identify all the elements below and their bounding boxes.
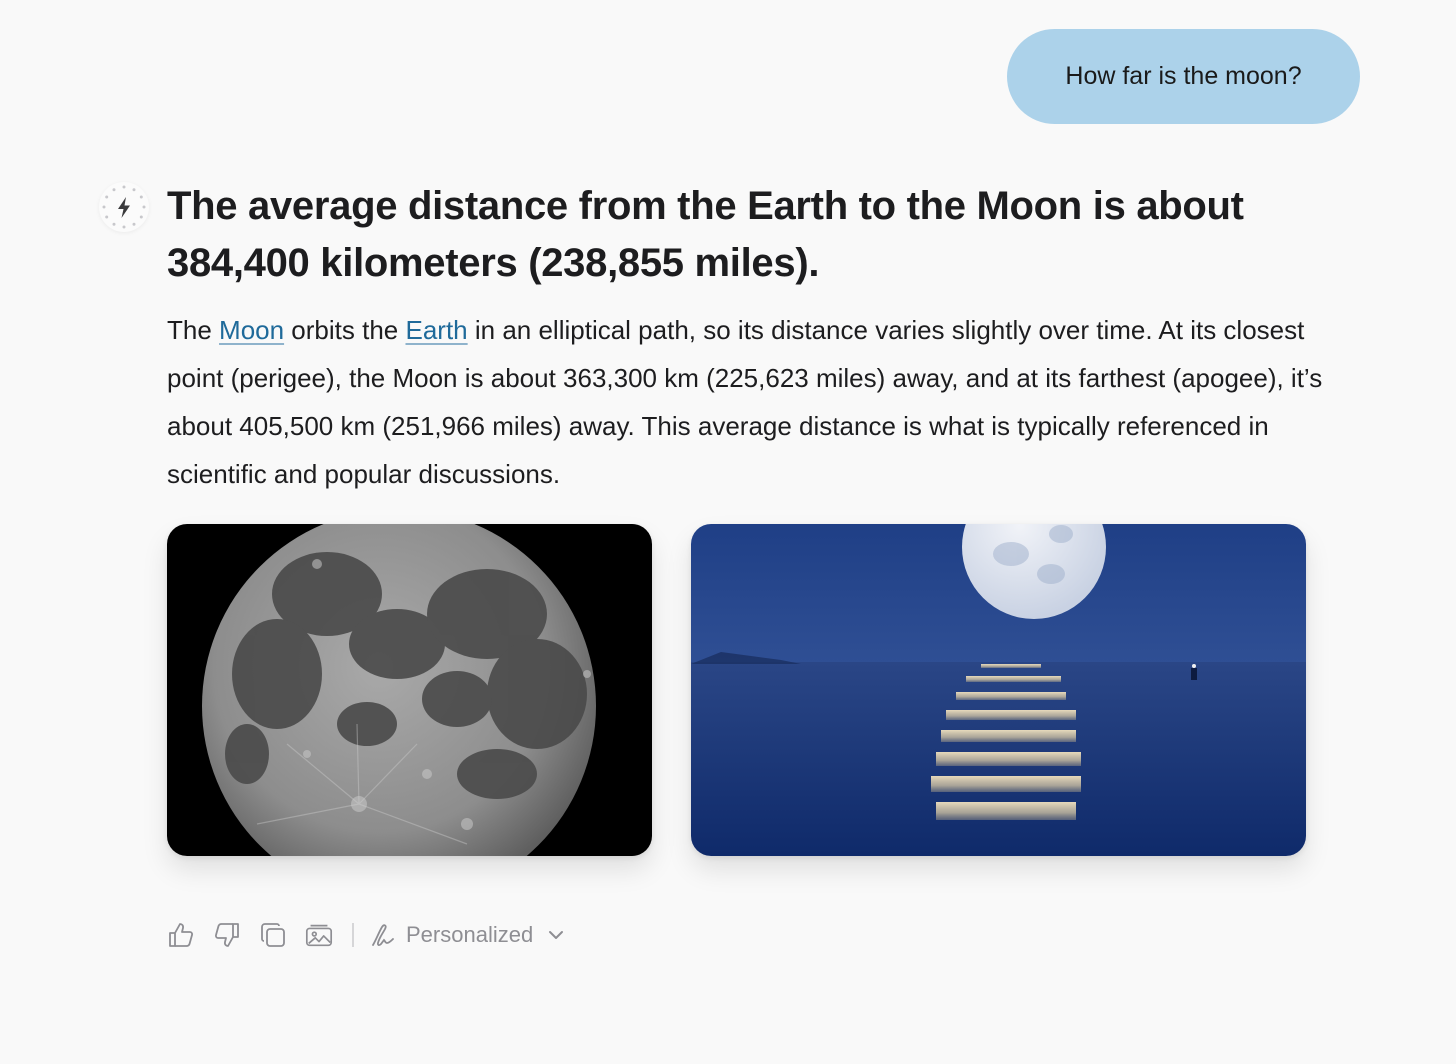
thumbs-up-icon — [169, 923, 194, 947]
user-message-bubble: How far is the moon? — [1007, 29, 1360, 124]
moon-photo[interactable] — [167, 524, 652, 856]
moon-over-sea-image — [691, 524, 1306, 856]
personalized-label: Personalized — [406, 922, 534, 947]
copy-button[interactable] — [258, 920, 288, 950]
assistant-avatar — [99, 182, 149, 232]
answer-headline: The average distance from the Earth to t… — [167, 184, 1244, 285]
bolt-icon — [102, 185, 146, 229]
image-search-button[interactable] — [304, 920, 334, 950]
answer-text: orbits the — [284, 315, 406, 345]
thumbs-down-icon — [214, 923, 239, 947]
moon-link[interactable]: Moon — [219, 315, 284, 345]
response-action-bar: Personalized — [166, 916, 565, 954]
user-message-text: How far is the moon? — [1065, 62, 1302, 90]
signature-icon — [372, 924, 394, 946]
earth-link[interactable]: Earth — [405, 315, 467, 345]
dislike-button[interactable] — [212, 920, 242, 950]
moon-surface-image — [167, 524, 652, 856]
personalized-dropdown[interactable]: Personalized — [370, 922, 565, 948]
chevron-down-icon — [549, 931, 564, 939]
action-divider — [352, 923, 354, 947]
answer-text: The — [167, 315, 220, 345]
chat-page: How far is the moon? The average distanc… — [0, 0, 1456, 1064]
image-icon — [305, 924, 333, 947]
like-button[interactable] — [166, 920, 196, 950]
assistant-answer: The average distance from the Earth to t… — [167, 178, 1327, 498]
moonlit-sea-photo[interactable] — [691, 524, 1306, 856]
copy-icon — [261, 923, 285, 947]
answer-body: The Moon orbits the Earth in an elliptic… — [167, 306, 1327, 498]
